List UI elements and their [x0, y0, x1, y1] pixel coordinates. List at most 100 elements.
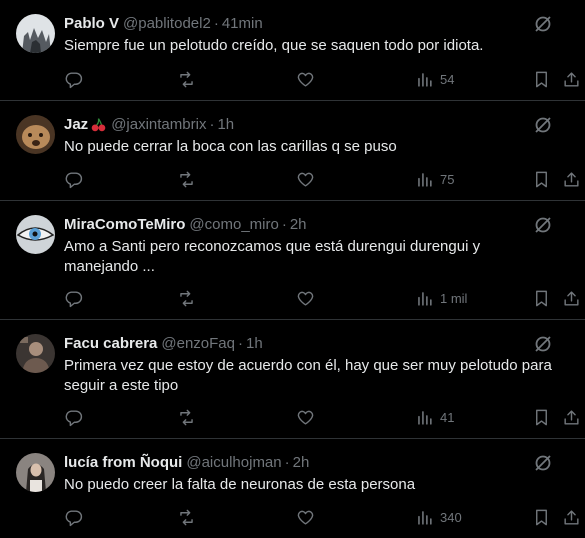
share-button[interactable]: [562, 287, 581, 309]
author-name[interactable]: Jaz: [64, 116, 88, 133]
grok-icon[interactable]: [533, 334, 553, 354]
like-button[interactable]: [296, 68, 315, 90]
share-button[interactable]: [562, 68, 581, 90]
bookmark-icon: [536, 71, 547, 87]
views-button[interactable]: 75: [415, 168, 454, 190]
views-icon: [418, 410, 432, 425]
retweet-icon: [180, 409, 193, 425]
like-button[interactable]: [296, 168, 315, 190]
timestamp[interactable]: 1h: [217, 116, 234, 133]
heart-icon: [297, 510, 314, 525]
timestamp[interactable]: 2h: [293, 454, 310, 471]
author-handle[interactable]: @como_miro: [189, 216, 278, 233]
retweet-button[interactable]: [177, 287, 196, 309]
tweet[interactable]: MiraComoTeMiro @como_miro · 2h Amo a San…: [0, 201, 585, 320]
share-icon: [564, 509, 579, 525]
replies-feed: Pablo V @pablitodel2 · 41min Siempre fue…: [0, 0, 585, 538]
tweet[interactable]: lucía from Ñoqui @aiculhojman · 2h No pu…: [0, 439, 585, 538]
reply-icon: [65, 290, 83, 307]
like-button[interactable]: [296, 406, 315, 428]
views-icon: [418, 291, 432, 306]
tweet-text: Amo a Santi pero reconozcamos que está d…: [64, 238, 481, 275]
author-handle[interactable]: @enzoFaq: [161, 335, 235, 352]
separator-dot: ·: [213, 14, 219, 32]
retweet-icon: [180, 71, 193, 87]
views-button[interactable]: 54: [415, 68, 454, 90]
avatar[interactable]: [16, 334, 55, 373]
tweet-text: Siempre fue un pelotudo creído, que se s…: [64, 37, 484, 54]
share-button[interactable]: [562, 506, 581, 528]
tweet-text: No puedo creer la falta de neuronas de e…: [64, 476, 416, 493]
reply-button[interactable]: [64, 68, 83, 90]
grok-icon[interactable]: [533, 115, 553, 135]
timestamp[interactable]: 2h: [290, 216, 307, 233]
tweet[interactable]: Facu cabrera @enzoFaq · 1h Primera vez q…: [0, 320, 585, 439]
bookmark-icon: [536, 409, 547, 425]
reply-button[interactable]: [64, 287, 83, 309]
share-icon: [564, 71, 579, 87]
author-name[interactable]: MiraComoTeMiro: [64, 216, 185, 233]
tweet-text: No puede cerrar la boca con las carillas…: [64, 138, 397, 155]
author-handle[interactable]: @aiculhojman: [186, 454, 281, 471]
author-name[interactable]: lucía from Ñoqui: [64, 454, 182, 471]
avatar[interactable]: [16, 115, 55, 154]
heart-icon: [297, 410, 314, 425]
tweet[interactable]: Jaz @jaxintambrix · 1h No puede cerrar l…: [0, 101, 585, 201]
retweet-button[interactable]: [177, 506, 196, 528]
bookmark-button[interactable]: [532, 68, 551, 90]
heart-icon: [297, 172, 314, 187]
views-icon: [418, 72, 432, 87]
views-count: 1 mil: [440, 290, 468, 306]
author-handle[interactable]: @jaxintambrix: [111, 116, 206, 133]
tweet[interactable]: Pablo V @pablitodel2 · 41min Siempre fue…: [0, 0, 585, 101]
views-count: 75: [440, 171, 455, 187]
views-count: 41: [440, 409, 455, 425]
retweet-button[interactable]: [177, 168, 196, 190]
retweet-button[interactable]: [177, 68, 196, 90]
share-icon: [564, 171, 579, 187]
views-button[interactable]: 1 mil: [415, 287, 467, 309]
heart-icon: [297, 72, 314, 87]
bookmark-icon: [536, 290, 547, 306]
like-button[interactable]: [296, 287, 315, 309]
cherry-emoji-icon: [90, 116, 107, 133]
separator-dot: ·: [281, 215, 287, 233]
timestamp[interactable]: 41min: [222, 15, 263, 32]
bookmark-button[interactable]: [532, 406, 551, 428]
views-count: 340: [440, 509, 462, 525]
reply-button[interactable]: [64, 506, 83, 528]
reply-icon: [65, 171, 83, 188]
grok-icon[interactable]: [533, 14, 553, 34]
views-button[interactable]: 41: [415, 406, 454, 428]
heart-icon: [297, 291, 314, 306]
share-icon: [564, 409, 579, 425]
avatar[interactable]: [16, 453, 55, 492]
separator-dot: ·: [209, 115, 215, 133]
bookmark-button[interactable]: [532, 506, 551, 528]
views-button[interactable]: 340: [415, 506, 462, 528]
author-name[interactable]: Facu cabrera: [64, 335, 157, 352]
share-button[interactable]: [562, 406, 581, 428]
grok-icon[interactable]: [533, 453, 553, 473]
views-icon: [418, 510, 432, 525]
grok-icon[interactable]: [533, 215, 553, 235]
share-button[interactable]: [562, 168, 581, 190]
bookmark-button[interactable]: [532, 168, 551, 190]
timestamp[interactable]: 1h: [246, 335, 263, 352]
reply-button[interactable]: [64, 168, 83, 190]
separator-dot: ·: [238, 334, 243, 352]
avatar[interactable]: [16, 14, 55, 53]
retweet-icon: [180, 290, 193, 306]
like-button[interactable]: [296, 506, 315, 528]
retweet-button[interactable]: [177, 406, 196, 428]
reply-button[interactable]: [64, 406, 83, 428]
reply-icon: [65, 409, 83, 426]
author-handle[interactable]: @pablitodel2: [123, 15, 211, 32]
bookmark-button[interactable]: [532, 287, 551, 309]
avatar[interactable]: [16, 215, 55, 254]
tweet-text: Primera vez que estoy de acuerdo con él,…: [64, 357, 552, 394]
views-icon: [418, 172, 432, 187]
bookmark-icon: [536, 509, 547, 525]
retweet-icon: [180, 509, 193, 525]
author-name[interactable]: Pablo V: [64, 15, 119, 32]
